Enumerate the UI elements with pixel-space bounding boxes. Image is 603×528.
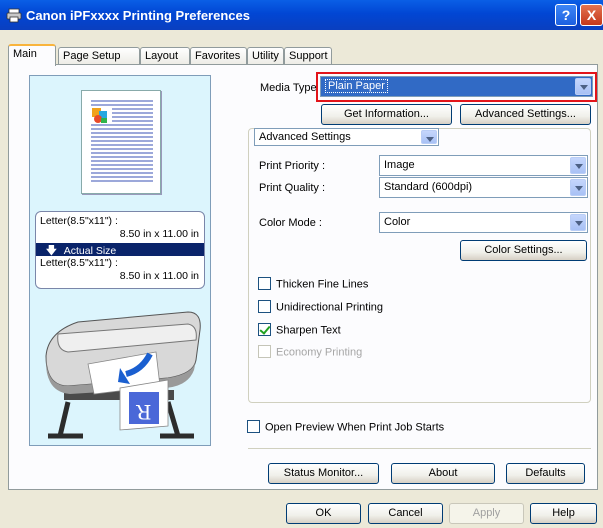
window-title: Canon iPFxxxx Printing Preferences: [26, 8, 250, 23]
large-format-printer-illustration: R: [45, 311, 201, 439]
open-preview-checkbox[interactable]: Open Preview When Print Job Starts: [247, 420, 445, 434]
unidirectional-printing-checkbox[interactable]: Unidirectional Printing: [258, 300, 383, 314]
sharpen-text-checkbox[interactable]: Sharpen Text: [258, 323, 341, 337]
checkbox-box[interactable]: [258, 277, 271, 290]
apply-button: Apply: [449, 503, 524, 524]
tab-support[interactable]: Support: [284, 47, 332, 65]
sharpen-text-label: Sharpen Text: [276, 324, 341, 337]
output-sheet-letter: R: [136, 400, 152, 424]
economy-printing-label: Economy Printing: [276, 346, 363, 359]
print-priority-label: Print Priority :: [259, 160, 326, 172]
page-thumbnail: [81, 90, 161, 194]
title-help-button[interactable]: ?: [555, 4, 577, 26]
chevron-down-icon[interactable]: [421, 130, 437, 144]
print-quality-label: Print Quality :: [259, 182, 326, 194]
settings-mode-select[interactable]: Advanced Settings: [254, 128, 439, 146]
tab-page-setup[interactable]: Page Setup: [58, 47, 140, 65]
checkbox-box: [258, 345, 271, 358]
tab-favorites[interactable]: Favorites: [190, 47, 247, 65]
cancel-button[interactable]: Cancel: [368, 503, 443, 524]
print-priority-value: Image: [384, 159, 415, 171]
color-mode-value: Color: [384, 216, 411, 228]
scaling-label: Actual Size: [63, 245, 117, 257]
chevron-down-icon[interactable]: [570, 179, 586, 196]
checkmark-icon[interactable]: [258, 323, 271, 336]
output-size-dims: 8.50 in x 11.00 in: [119, 270, 199, 282]
page-thumbnail-graphic: [88, 97, 156, 189]
thicken-fine-lines-label: Thicken Fine Lines: [276, 278, 369, 291]
chevron-down-icon[interactable]: [570, 157, 586, 174]
chevron-down-icon[interactable]: [570, 214, 586, 231]
print-quality-value: Standard (600dpi): [384, 181, 473, 193]
tab-utility[interactable]: Utility: [247, 47, 284, 65]
about-button[interactable]: About: [391, 463, 495, 484]
get-information-button[interactable]: Get Information...: [321, 104, 452, 125]
unidirectional-printing-label: Unidirectional Printing: [276, 301, 383, 314]
print-priority-select[interactable]: Image: [379, 155, 588, 176]
media-type-select[interactable]: Plain Paper: [320, 76, 593, 97]
open-preview-label: Open Preview When Print Job Starts: [265, 421, 445, 434]
checkbox-box[interactable]: [247, 420, 260, 433]
help-button[interactable]: Help: [530, 503, 597, 524]
paper-size-info: Letter(8.5"x11") : 8.50 in x 11.00 in 🡇 …: [35, 211, 205, 289]
original-size-label: Letter(8.5"x11") :: [40, 215, 118, 227]
original-size-dims: 8.50 in x 11.00 in: [119, 228, 199, 240]
close-button[interactable]: X: [580, 4, 603, 26]
thicken-fine-lines-checkbox[interactable]: Thicken Fine Lines: [258, 277, 369, 291]
scaling-indicator: 🡇 Actual Size: [36, 243, 204, 257]
printing-preferences-window: Canon iPFxxxx Printing Preferences ? X M…: [0, 0, 603, 528]
tab-layout[interactable]: Layout: [140, 47, 190, 65]
title-bar: Canon iPFxxxx Printing Preferences ? X: [0, 0, 603, 30]
ok-button[interactable]: OK: [286, 503, 361, 524]
settings-mode-value: Advanced Settings: [259, 131, 351, 143]
defaults-button[interactable]: Defaults: [506, 463, 585, 484]
economy-printing-checkbox: Economy Printing: [258, 345, 363, 359]
output-size-label: Letter(8.5"x11") :: [40, 257, 118, 269]
printer-app-icon: [6, 8, 22, 23]
status-monitor-button[interactable]: Status Monitor...: [268, 463, 379, 484]
color-mode-select[interactable]: Color: [379, 212, 588, 233]
media-type-label: Media Type :: [260, 82, 323, 94]
advanced-settings-button[interactable]: Advanced Settings...: [460, 104, 591, 125]
separator: [248, 448, 591, 449]
color-settings-button[interactable]: Color Settings...: [460, 240, 587, 261]
color-mode-label: Color Mode :: [259, 217, 322, 229]
checkbox-box[interactable]: [258, 300, 271, 313]
chevron-down-icon[interactable]: [575, 78, 591, 95]
media-type-value: Plain Paper: [325, 79, 388, 93]
print-quality-select[interactable]: Standard (600dpi): [379, 177, 588, 198]
print-preview-pane: Letter(8.5"x11") : 8.50 in x 11.00 in 🡇 …: [29, 75, 211, 446]
tab-main[interactable]: Main: [8, 44, 56, 66]
down-arrow-icon: 🡇: [46, 245, 57, 257]
